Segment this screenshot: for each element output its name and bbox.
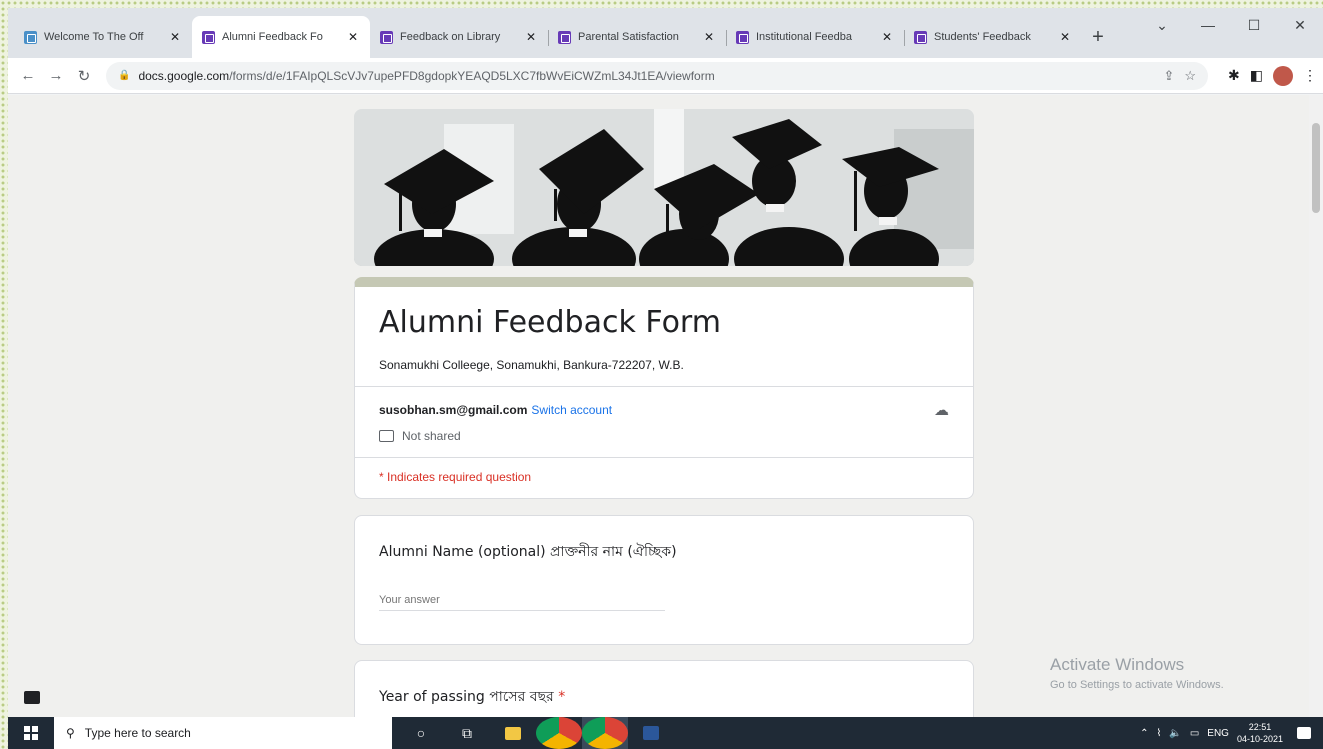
cloud-sync-icon: ☁ bbox=[934, 402, 949, 419]
language-indicator[interactable]: ENG bbox=[1207, 728, 1229, 739]
not-shared-label: Not shared bbox=[402, 429, 461, 443]
notification-icon[interactable] bbox=[1297, 727, 1311, 739]
share-icon[interactable]: ⇪ bbox=[1163, 68, 1174, 84]
address-bar[interactable]: 🔒 docs.google.com/forms/d/e/1FAIpQLScVJv… bbox=[106, 61, 1209, 90]
form-description: Sonamukhi Colleege, Sonamukhi, Bankura-7… bbox=[379, 358, 684, 372]
close-icon[interactable]: ✕ bbox=[168, 30, 182, 44]
browser-toolbar: ← → ↻ 🔒 docs.google.com/forms/d/e/1FAIpQ… bbox=[8, 58, 1323, 94]
task-view-icon[interactable]: ⧉ bbox=[444, 717, 490, 749]
close-icon[interactable]: ✕ bbox=[1058, 30, 1072, 44]
tab-title: Students' Feedback bbox=[934, 31, 1031, 43]
tab-welcome[interactable]: Welcome To The Off ✕ bbox=[14, 16, 192, 58]
close-icon[interactable]: ✕ bbox=[346, 30, 360, 44]
new-tab-button[interactable]: + bbox=[1082, 16, 1114, 58]
required-asterisk: * bbox=[558, 689, 566, 705]
answer-input[interactable] bbox=[379, 590, 665, 611]
url-path: /forms/d/e/1FAIpQLScVJv7upePFD8gdopkYEAQ… bbox=[229, 68, 715, 83]
watermark-subtitle: Go to Settings to activate Windows. bbox=[1050, 679, 1224, 691]
close-window-icon[interactable]: ✕ bbox=[1277, 8, 1323, 42]
scrollbar[interactable] bbox=[1309, 95, 1323, 717]
back-icon[interactable]: ← bbox=[14, 67, 42, 84]
lock-icon: 🔒 bbox=[118, 70, 131, 81]
chevron-up-icon[interactable]: ⌃ bbox=[1140, 728, 1148, 739]
extensions-area: ✱ ◧ ⋮ bbox=[1228, 65, 1317, 86]
google-forms-icon bbox=[558, 30, 571, 44]
windows-taskbar: ⚲ Type here to search ○ ⧉ ⌃ ⌇ 🔈 ▭ ENG 22… bbox=[8, 717, 1323, 749]
question-label-row: Year of passing পাসের বছর * bbox=[355, 661, 973, 709]
tab-institutional-feedback[interactable]: Institutional Feedba ✕ bbox=[726, 16, 904, 58]
tab-strip: Welcome To The Off ✕ Alumni Feedback Fo … bbox=[8, 8, 1323, 58]
side-panel-icon[interactable]: ◧ bbox=[1250, 67, 1263, 84]
question-card-year-of-passing: Year of passing পাসের বছর * bbox=[354, 660, 974, 717]
google-forms-icon bbox=[380, 30, 393, 44]
extensions-puzzle-icon[interactable]: ✱ bbox=[1228, 67, 1240, 84]
not-shared-icon bbox=[379, 430, 394, 442]
time: 22:51 bbox=[1248, 722, 1272, 732]
maximize-icon[interactable]: ☐ bbox=[1231, 8, 1277, 42]
battery-icon[interactable]: ▭ bbox=[1190, 728, 1199, 739]
form-title: Alumni Feedback Form bbox=[379, 305, 721, 340]
network-icon[interactable]: ⌇ bbox=[1156, 728, 1161, 739]
volume-icon[interactable]: 🔈 bbox=[1169, 728, 1181, 739]
question-label: Alumni Name (optional) প্রাক্তনীর নাম (ঐ… bbox=[379, 544, 677, 560]
site-icon bbox=[24, 30, 37, 44]
sharing-status: Not shared bbox=[355, 419, 973, 457]
chrome-profile-icon[interactable] bbox=[582, 717, 628, 749]
google-forms-icon bbox=[736, 30, 749, 44]
date: 04-10-2021 bbox=[1236, 734, 1283, 744]
forward-icon[interactable]: → bbox=[42, 67, 70, 84]
tab-students-feedback[interactable]: Students' Feedback ✕ bbox=[904, 16, 1082, 58]
menu-icon[interactable]: ⋮ bbox=[1303, 67, 1317, 84]
taskbar-apps: ○ ⧉ bbox=[398, 717, 674, 749]
close-icon[interactable]: ✕ bbox=[880, 30, 894, 44]
required-note: * Indicates required question bbox=[379, 470, 532, 484]
profile-avatar[interactable] bbox=[1273, 65, 1293, 86]
google-forms-icon bbox=[914, 30, 927, 44]
google-forms-icon bbox=[202, 30, 215, 44]
tab-alumni-feedback[interactable]: Alumni Feedback Fo ✕ bbox=[192, 16, 370, 58]
bookmark-star-icon[interactable]: ☆ bbox=[1184, 68, 1196, 84]
activate-windows-watermark: Activate Windows Go to Settings to activ… bbox=[1050, 655, 1224, 691]
scrollbar-thumb[interactable] bbox=[1312, 123, 1320, 213]
search-icon: ⚲ bbox=[66, 726, 75, 740]
question-label: Year of passing পাসের বছর bbox=[379, 689, 554, 705]
word-icon[interactable] bbox=[628, 717, 674, 749]
report-feedback-icon[interactable] bbox=[24, 691, 40, 704]
close-icon[interactable]: ✕ bbox=[524, 30, 538, 44]
minimize-icon[interactable]: — bbox=[1185, 8, 1231, 42]
switch-account-link[interactable]: Switch account bbox=[531, 403, 612, 417]
tab-title: Welcome To The Off bbox=[44, 31, 144, 43]
cortana-icon[interactable]: ○ bbox=[398, 717, 444, 749]
screen: Welcome To The Off ✕ Alumni Feedback Fo … bbox=[8, 8, 1323, 749]
tab-search-icon[interactable]: ⌄ bbox=[1139, 8, 1185, 42]
account-email: susobhan.sm@gmail.com bbox=[379, 403, 528, 417]
tab-title: Parental Satisfaction bbox=[578, 31, 679, 43]
clock[interactable]: 22:51 04-10-2021 bbox=[1237, 721, 1283, 745]
start-button[interactable] bbox=[8, 726, 54, 740]
system-tray: ⌃ ⌇ 🔈 ▭ ENG 22:51 04-10-2021 bbox=[1140, 721, 1323, 745]
question-card-alumni-name: Alumni Name (optional) প্রাক্তনীর নাম (ঐ… bbox=[354, 515, 974, 645]
header-image bbox=[354, 109, 974, 266]
windows-logo-icon bbox=[24, 726, 38, 740]
page-viewport: Alumni Feedback Form Sonamukhi Colleege,… bbox=[8, 95, 1323, 717]
tab-feedback-library[interactable]: Feedback on Library ✕ bbox=[370, 16, 548, 58]
account-row: susobhan.sm@gmail.com Switch account ☁ bbox=[355, 387, 973, 419]
tab-title: Feedback on Library bbox=[400, 31, 501, 43]
tab-parental-satisfaction[interactable]: Parental Satisfaction ✕ bbox=[548, 16, 726, 58]
close-icon[interactable]: ✕ bbox=[702, 30, 716, 44]
tab-title: Institutional Feedba bbox=[756, 31, 853, 43]
taskbar-search[interactable]: ⚲ Type here to search bbox=[54, 717, 392, 749]
url-host: docs.google.com bbox=[138, 68, 230, 83]
file-explorer-icon[interactable] bbox=[490, 717, 536, 749]
tab-title: Alumni Feedback Fo bbox=[222, 31, 323, 43]
watermark-title: Activate Windows bbox=[1050, 655, 1185, 674]
form-header-card: Alumni Feedback Form Sonamukhi Colleege,… bbox=[354, 277, 974, 499]
window-controls: ⌄ — ☐ ✕ bbox=[1139, 8, 1323, 42]
reload-icon[interactable]: ↻ bbox=[70, 67, 98, 85]
chrome-icon[interactable] bbox=[536, 717, 582, 749]
search-placeholder: Type here to search bbox=[84, 726, 191, 740]
